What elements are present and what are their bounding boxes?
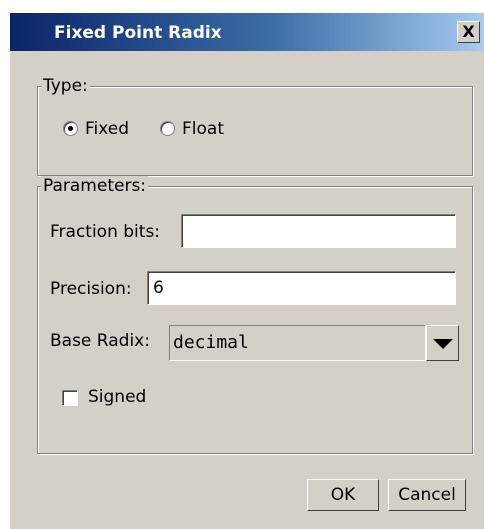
close-icon: X: [462, 22, 475, 41]
cancel-button[interactable]: Cancel: [388, 479, 466, 511]
fixed-point-radix-dialog: Fixed Point Radix X Type: Fixed Float Pa…: [10, 13, 484, 529]
fixed-radio[interactable]: [63, 121, 78, 136]
base-radix-select[interactable]: decimal: [169, 325, 426, 361]
signed-checkbox-label[interactable]: Signed: [88, 387, 146, 407]
precision-label: Precision:: [50, 279, 132, 299]
signed-checkbox[interactable]: [62, 390, 78, 406]
radio-selected-dot: [68, 126, 73, 131]
float-radio[interactable]: [160, 121, 175, 136]
parameters-group-legend: Parameters:: [41, 176, 149, 196]
fraction-bits-field[interactable]: [181, 214, 456, 248]
chevron-down-icon: [433, 339, 453, 349]
float-radio-label[interactable]: Float: [182, 119, 224, 139]
window-title: Fixed Point Radix: [54, 23, 222, 43]
close-button[interactable]: X: [457, 21, 480, 43]
base-radix-label: Base Radix:: [50, 331, 150, 351]
title-bar[interactable]: Fixed Point Radix X: [10, 13, 484, 51]
type-group-legend: Type:: [41, 76, 90, 96]
fixed-radio-label[interactable]: Fixed: [85, 119, 129, 139]
base-radix-dropdown-button[interactable]: [426, 325, 459, 361]
ok-button[interactable]: OK: [307, 479, 379, 511]
fraction-bits-label: Fraction bits:: [50, 222, 161, 242]
precision-field[interactable]: 6: [147, 271, 456, 305]
